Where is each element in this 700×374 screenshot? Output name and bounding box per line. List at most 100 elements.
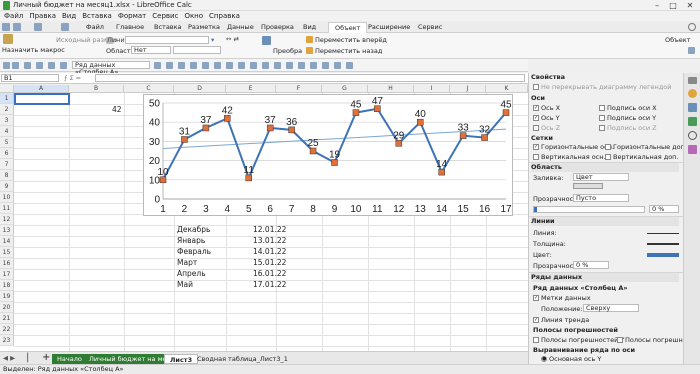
chart-element-select[interactable]: Ряд данных «Столбец А» [72, 61, 150, 76]
row-header[interactable]: 9 [0, 181, 14, 192]
bring-forward-icon[interactable] [306, 36, 313, 43]
position-select[interactable]: Сверху [583, 304, 639, 312]
line-width-preview[interactable] [647, 243, 679, 245]
line-color-swatch[interactable] [647, 253, 679, 257]
no-overlap-checkbox[interactable]: Не перекрывать диаграмму легендой [533, 83, 671, 91]
open-icon[interactable] [12, 62, 19, 69]
bring-forward-button[interactable]: Переместить вперёд [315, 36, 387, 44]
date-cell[interactable]: 17.01.22 [253, 280, 286, 289]
axis-x-checkbox[interactable]: ✓ Ось X [533, 104, 560, 112]
chart-wall-icon[interactable] [190, 62, 197, 69]
month-cell[interactable]: Апрель [177, 269, 206, 278]
menu-edit[interactable]: Правка [29, 12, 56, 20]
functions-icon[interactable] [688, 145, 697, 154]
chart-svg[interactable]: 010203040501 2 3 4 5 6 7 8 9 10 11 12 13 14 15 16 171031… [144, 95, 514, 217]
sheet-nav-end-icon[interactable]: | [26, 352, 29, 363]
menu-window[interactable]: Окно [184, 12, 203, 20]
scale-text-icon[interactable] [310, 62, 317, 69]
title-y-checkbox[interactable]: Подпись оси Y [599, 114, 656, 122]
col-header-j[interactable]: J [450, 85, 486, 93]
error-y-pos-checkbox[interactable]: Полосы погрешностей Y [533, 336, 624, 344]
col-header-i[interactable]: I [414, 85, 450, 93]
active-cell-cursor[interactable] [14, 93, 70, 105]
date-cell[interactable]: 16.01.22 [253, 269, 286, 278]
row-header[interactable]: 22 [0, 324, 14, 335]
row-header[interactable]: 5 [0, 137, 14, 148]
row-header[interactable]: 19 [0, 291, 14, 302]
row-header[interactable]: 8 [0, 170, 14, 181]
name-box[interactable]: B1 [1, 74, 59, 82]
sidebar-menu-icon[interactable] [688, 77, 697, 84]
area-color-select[interactable] [173, 46, 221, 54]
tab-tools[interactable]: Сервис [412, 22, 448, 33]
month-cell[interactable]: Февраль [177, 247, 211, 256]
object-options-icon[interactable] [688, 47, 695, 54]
menu-insert[interactable]: Вставка [82, 12, 112, 20]
axis-y-checkbox[interactable]: ✓ Ось Y [533, 114, 560, 122]
col-header-e[interactable]: E [226, 85, 276, 93]
slider-thumb[interactable] [534, 207, 537, 212]
menu-view[interactable]: Вид [62, 12, 76, 20]
area-select[interactable]: Нет [131, 46, 171, 54]
axis-z-checkbox[interactable]: Ось Z [533, 124, 560, 132]
gallery-icon[interactable] [688, 117, 697, 126]
date-cell[interactable]: 12.01.22 [253, 225, 286, 234]
date-cell[interactable]: 14.01.22 [253, 247, 286, 256]
col-header-k[interactable]: K [486, 85, 528, 93]
line-transparency-input[interactable]: 0 % [573, 261, 609, 269]
transform-button[interactable]: Преобра [273, 47, 302, 55]
auto-layout-icon[interactable] [322, 62, 329, 69]
titles-icon[interactable] [250, 62, 257, 69]
v-major-grid-checkbox[interactable]: Вертикальная осн. [533, 153, 606, 161]
month-cell[interactable]: Декабрь [177, 225, 210, 234]
chart-type-icon[interactable] [166, 62, 173, 69]
col-header-c[interactable]: C [124, 85, 174, 93]
primary-axis-radio[interactable]: ● Основная ось Y [541, 355, 601, 363]
navigator-icon[interactable] [688, 131, 697, 140]
title-z-checkbox[interactable]: Подпись оси Z [599, 124, 657, 132]
axes-icon[interactable] [298, 62, 305, 69]
v-minor-grid-checkbox[interactable]: Вертикальная доп. [605, 153, 679, 161]
month-cell[interactable]: Январь [177, 236, 205, 245]
col-header-f[interactable]: F [276, 85, 322, 93]
new-icon[interactable] [3, 62, 10, 69]
assign-macro-button[interactable]: Назначить макрос [2, 46, 65, 54]
object-menu-button[interactable]: Объект [665, 36, 690, 44]
format-selection-icon[interactable] [154, 62, 161, 69]
minimize-icon[interactable]: – [650, 0, 664, 11]
month-cell[interactable]: Март [177, 258, 197, 267]
transform-icon[interactable] [262, 36, 271, 45]
close-icon[interactable]: ✕ [683, 0, 697, 11]
legend-icon[interactable] [262, 62, 269, 69]
row-header[interactable]: 12 [0, 214, 14, 225]
row-header[interactable]: 3 [0, 115, 14, 126]
redo-toolbar-icon[interactable] [60, 62, 67, 69]
data-labels-checkbox[interactable]: ✓ Метки данных [533, 294, 591, 302]
arrow-style-icon[interactable]: ↔ ⇄ [226, 35, 239, 43]
row-header[interactable]: 14 [0, 236, 14, 247]
save-icon[interactable] [13, 23, 21, 31]
macro-icon[interactable] [3, 34, 13, 44]
export-icon[interactable] [36, 62, 43, 69]
menu-file[interactable]: Файл [4, 12, 23, 20]
menu-toggle-icon[interactable] [2, 23, 10, 31]
function-wizard-icon[interactable]: ⨍ Σ = [64, 74, 81, 82]
col-header-h[interactable]: H [368, 85, 414, 93]
title-x-checkbox[interactable]: Подпись оси X [599, 104, 657, 112]
row-header[interactable]: 15 [0, 247, 14, 258]
transparency-slider[interactable] [533, 206, 645, 213]
line-style-preview[interactable] [647, 233, 679, 234]
col-header-g[interactable]: G [322, 85, 368, 93]
line-color-icon[interactable]: ▾ [211, 36, 214, 44]
tab-layout[interactable]: Разметка [182, 22, 226, 33]
sidebar-toggle-icon[interactable] [346, 62, 353, 69]
properties-icon[interactable] [688, 89, 697, 98]
col-header-a[interactable]: A [14, 85, 69, 93]
tab-review[interactable]: Проверка [255, 22, 300, 33]
row-header[interactable]: 4 [0, 126, 14, 137]
date-cell[interactable]: 15.01.22 [253, 258, 286, 267]
row-header[interactable]: 21 [0, 313, 14, 324]
row-header[interactable]: 18 [0, 280, 14, 291]
row-header[interactable]: 7 [0, 159, 14, 170]
sheet-tab-pivot[interactable]: Сводная таблица_Лист3_1 [192, 354, 293, 364]
